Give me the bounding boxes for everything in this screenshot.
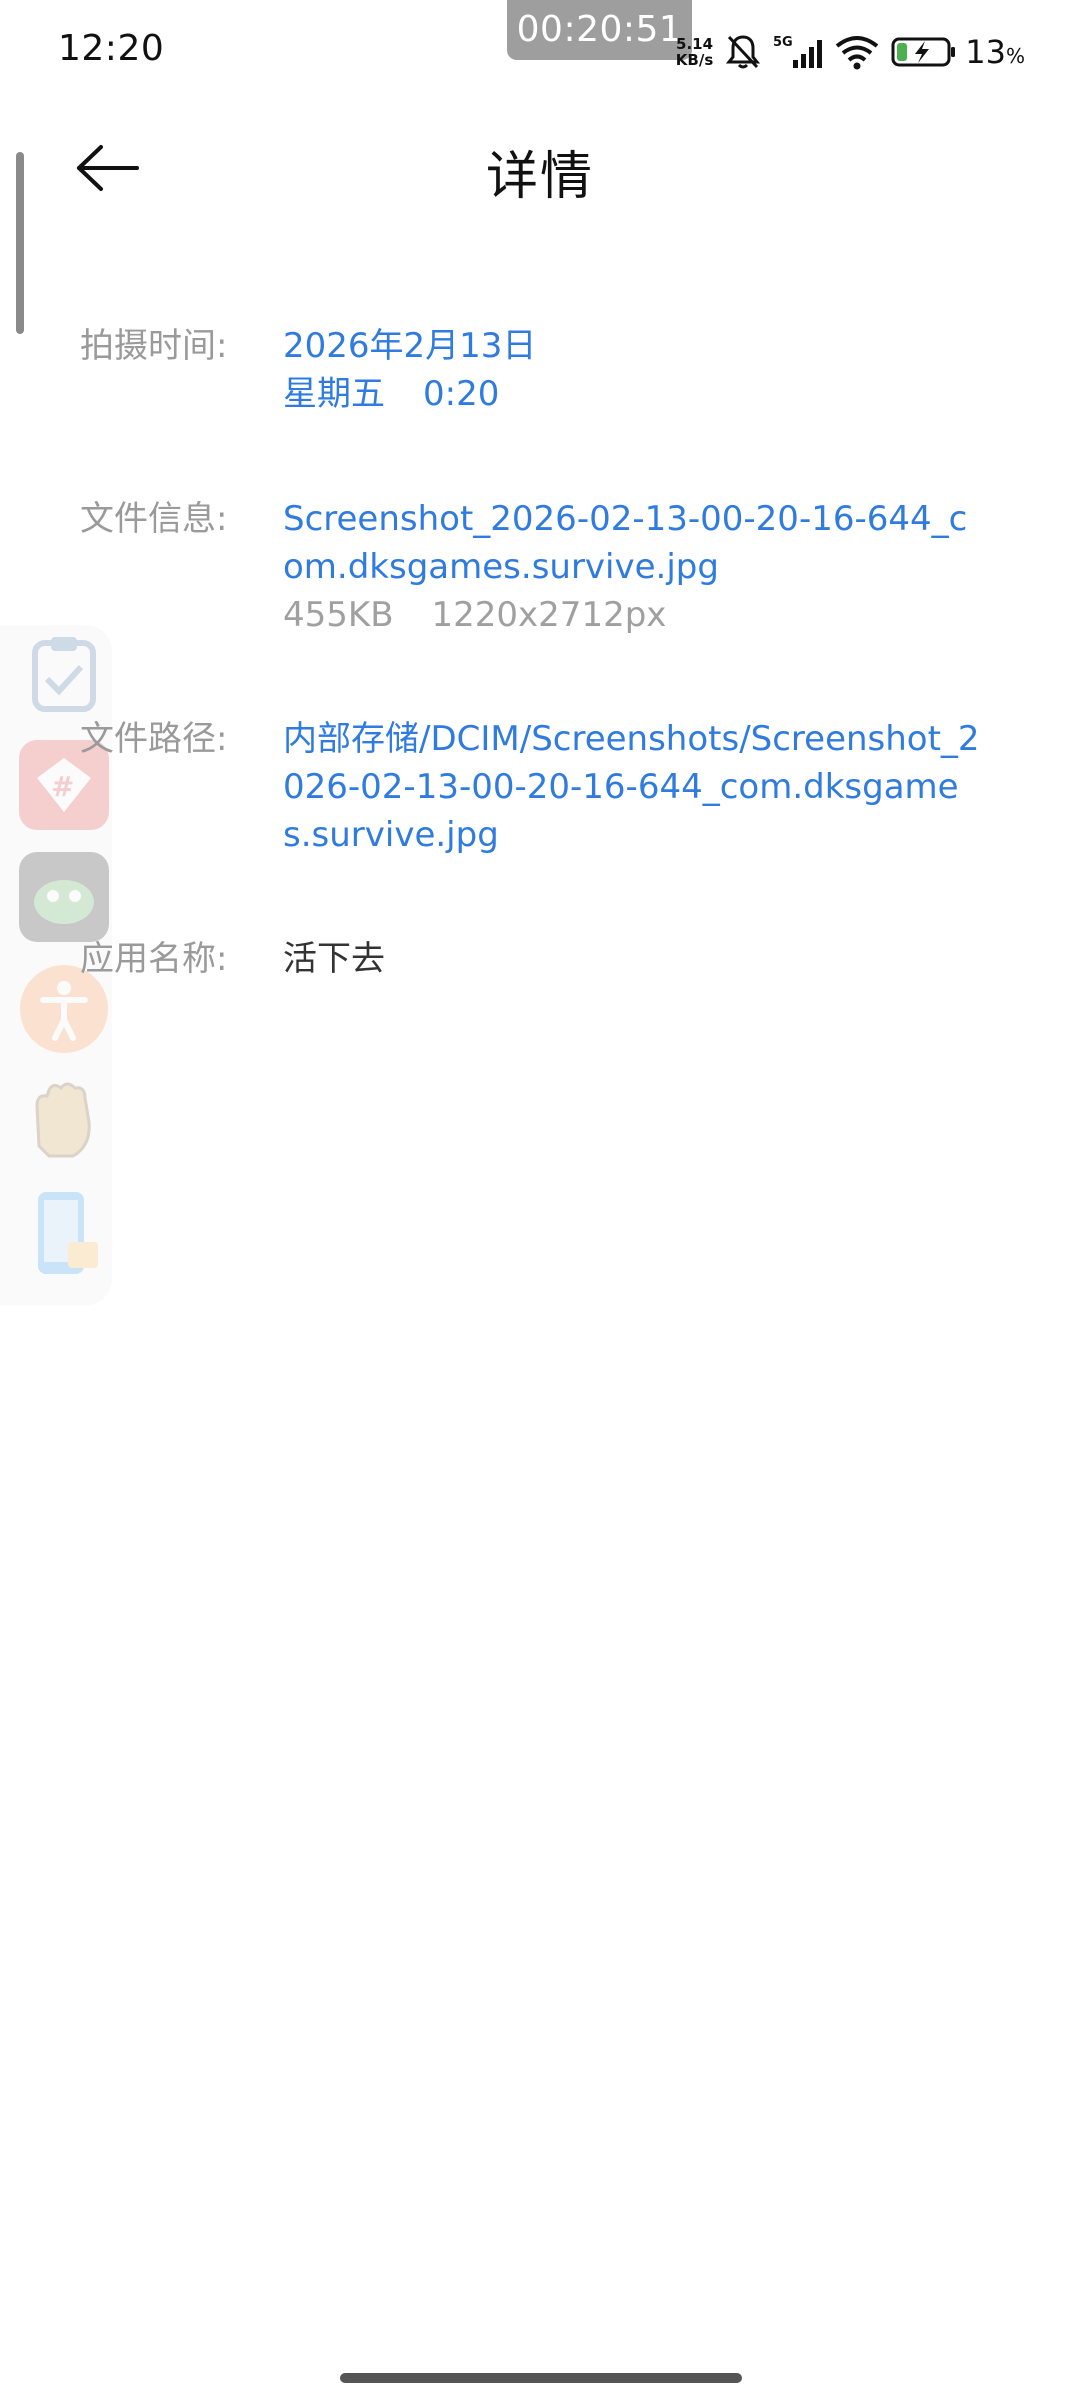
header: 详情: [0, 110, 1080, 230]
app-name-value: 活下去: [283, 939, 385, 979]
phone-mirror-icon[interactable]: [16, 1185, 112, 1281]
capture-time-label: 拍摄时间:: [80, 326, 228, 366]
svg-text:#: #: [51, 770, 74, 803]
file-info-label: 文件信息:: [80, 499, 228, 539]
detail-row-file-info: 文件信息: Screenshot_2026-02-13-00-20-16-644…: [80, 495, 980, 645]
status-bar: 12:20 00:20:51 5.14 KB/s 5G 13%: [0, 0, 1080, 100]
detail-row-app-name: 应用名称: 活下去: [80, 935, 980, 995]
wifi-icon: [835, 34, 879, 70]
battery-percent-unit: %: [1005, 44, 1025, 68]
bell-mute-icon: [725, 33, 761, 71]
capture-weekday: 星期五: [283, 374, 385, 414]
app-name-label: 应用名称:: [80, 939, 228, 979]
battery-charging-icon: [891, 36, 957, 68]
signal-5g-icon: 5G: [773, 34, 823, 70]
svg-text:5G: 5G: [773, 35, 793, 50]
page-title: 详情: [485, 147, 594, 207]
file-name[interactable]: Screenshot_2026-02-13-00-20-16-644_com.d…: [283, 495, 983, 591]
network-speed: 5.14 KB/s: [676, 36, 713, 68]
detail-row-file-path: 文件路径: 内部存储/DCIM/Screenshots/Screenshot_2…: [80, 715, 980, 865]
file-info-value: Screenshot_2026-02-13-00-20-16-644_com.d…: [283, 495, 983, 639]
capture-clock: 0:20: [423, 374, 500, 414]
detail-row-capture-time: 拍摄时间: 2026年2月13日 星期五 0:20: [80, 322, 980, 422]
scroll-indicator[interactable]: [16, 152, 24, 334]
status-time: 12:20: [58, 28, 165, 69]
file-meta: 455KB 1220x2712px: [283, 591, 983, 639]
home-indicator[interactable]: [340, 2373, 742, 2383]
capture-weekday-time: 星期五 0:20: [283, 370, 983, 418]
file-dimensions: 1220x2712px: [431, 595, 667, 635]
battery-percent-value: 13: [965, 33, 1006, 71]
glove-app-icon[interactable]: [16, 1073, 112, 1169]
file-path-label: 文件路径:: [80, 719, 228, 759]
file-size: 455KB: [283, 595, 394, 635]
screen-recording-timer[interactable]: 00:20:51: [507, 0, 692, 60]
status-icons: 5.14 KB/s 5G 13%: [676, 30, 1025, 74]
capture-time-value: 2026年2月13日 星期五 0:20: [283, 322, 983, 418]
network-speed-unit: KB/s: [675, 51, 714, 69]
battery-percent: 13%: [965, 33, 1025, 71]
network-speed-value: 5.14: [676, 35, 714, 53]
capture-date: 2026年2月13日: [283, 326, 537, 366]
file-path-value[interactable]: 内部存储/DCIM/Screenshots/Screenshot_2026-02…: [283, 715, 983, 859]
